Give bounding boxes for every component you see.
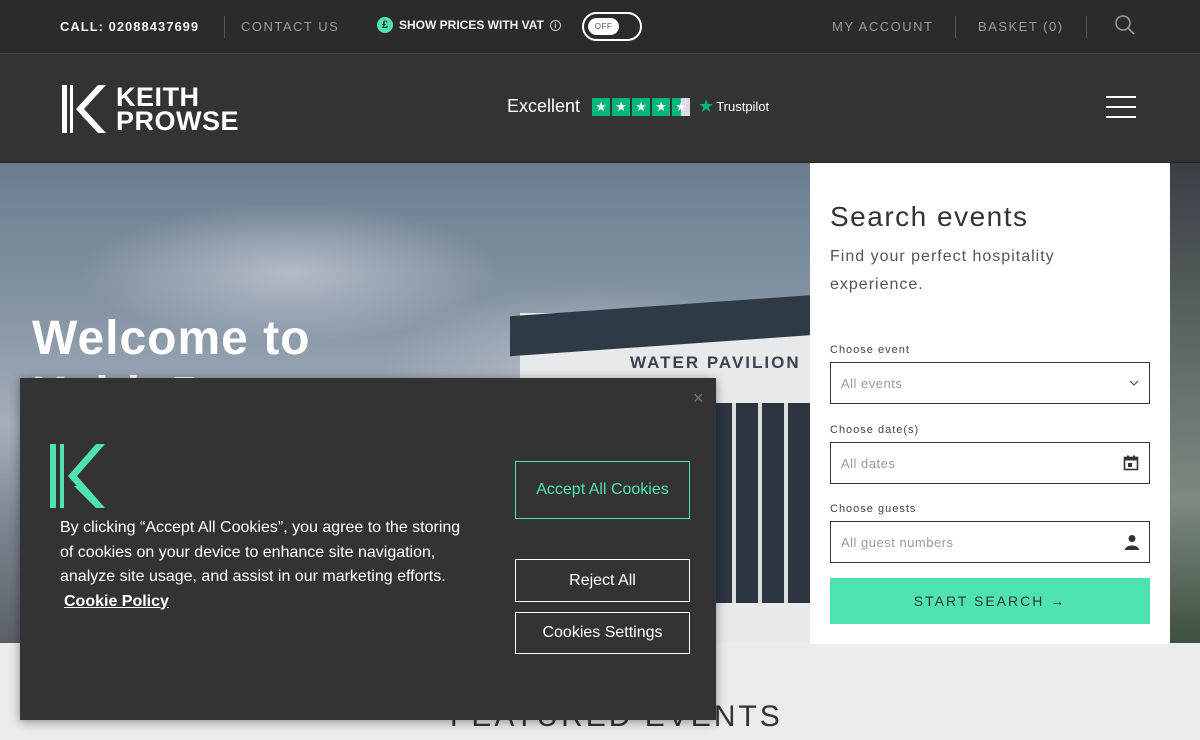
event-select-value: All events (841, 375, 903, 391)
top-utility-bar: CALL: 02088437699 CONTACT US £ SHOW PRIC… (0, 0, 1200, 53)
call-link[interactable]: CALL: 02088437699 (60, 19, 199, 34)
logo-mark-icon (50, 444, 105, 508)
accept-all-cookies-button[interactable]: Accept All Cookies (515, 461, 690, 519)
event-label: Choose event (830, 344, 910, 356)
logo-wordmark: KEITH PROWSE (116, 84, 240, 136)
vat-toggle-state: OFF (588, 18, 619, 35)
basket-link[interactable]: BASKET (0) (978, 19, 1064, 34)
search-events-panel: Search events Find your perfect hospital… (810, 163, 1170, 644)
guests-select-value: All guest numbers (841, 534, 954, 550)
menu-icon[interactable] (1106, 96, 1136, 118)
vat-toggle[interactable]: OFF (582, 12, 642, 41)
hero-title-line1: Welcome to (32, 312, 311, 365)
pavilion-sign: WATER PAVILION (630, 353, 801, 372)
divider (224, 16, 225, 38)
logo-mark-icon (62, 85, 106, 133)
reject-all-button[interactable]: Reject All (515, 559, 690, 602)
date-picker[interactable]: All dates (830, 442, 1150, 484)
cookie-consent-dialog: × By clicking “Accept All Cookies”, you … (20, 378, 716, 720)
search-icon[interactable] (1114, 14, 1136, 36)
cookie-body: By clicking “Accept All Cookies”, you ag… (60, 519, 461, 585)
star-icon: ★ (652, 97, 671, 116)
star-icon: ★ (612, 97, 631, 116)
close-icon[interactable]: × (693, 388, 704, 409)
cookie-message: By clicking “Accept All Cookies”, you ag… (60, 516, 470, 614)
trustpilot-stars: ★ ★ ★ ★ ★ (592, 97, 691, 116)
pavilion-windows (710, 403, 820, 603)
guests-select[interactable]: All guest numbers (830, 521, 1150, 563)
date-label: Choose date(s) (830, 424, 920, 436)
pound-icon: £ (377, 17, 393, 33)
divider (955, 16, 956, 38)
cookies-settings-button[interactable]: Cookies Settings (515, 612, 690, 654)
main-header: KEITH PROWSE Excellent ★ ★ ★ ★ ★ ★ Trust… (0, 53, 1200, 163)
trustpilot-brand-label: Trustpilot (716, 99, 770, 114)
half-star-icon: ★ (672, 97, 691, 116)
contact-us-link[interactable]: CONTACT US (241, 19, 339, 34)
cookie-policy-link[interactable]: Cookie Policy (64, 593, 169, 610)
search-subtitle: Find your perfect hospitality experience… (830, 248, 1055, 293)
logo-line2: PROWSE (116, 106, 240, 136)
info-icon[interactable]: i (549, 19, 561, 31)
vat-label: SHOW PRICES WITH VAT (399, 18, 544, 32)
star-icon: ★ (632, 97, 651, 116)
person-icon (1125, 535, 1139, 550)
trustpilot-star-icon: ★ (698, 96, 715, 116)
vat-setting: £ SHOW PRICES WITH VAT i (377, 17, 561, 33)
keith-prowse-logo[interactable]: KEITH PROWSE (60, 84, 240, 136)
search-title: Search events (830, 201, 1029, 232)
my-account-link[interactable]: MY ACCOUNT (832, 19, 933, 34)
trustpilot-rating: Excellent (507, 96, 581, 116)
hero-image-edge (1170, 163, 1200, 643)
guests-label: Choose guests (830, 503, 917, 515)
calendar-icon (1123, 455, 1139, 471)
trustpilot-widget[interactable]: Excellent ★ ★ ★ ★ ★ ★ Trustpilot (507, 96, 769, 117)
event-select[interactable]: All events (830, 362, 1150, 404)
start-search-button[interactable]: START SEARCH → (830, 578, 1150, 624)
star-icon: ★ (592, 97, 611, 116)
date-picker-value: All dates (841, 455, 896, 471)
trustpilot-brand: ★ Trustpilot (698, 96, 769, 117)
divider (1086, 16, 1087, 38)
chevron-down-icon (1129, 380, 1139, 386)
